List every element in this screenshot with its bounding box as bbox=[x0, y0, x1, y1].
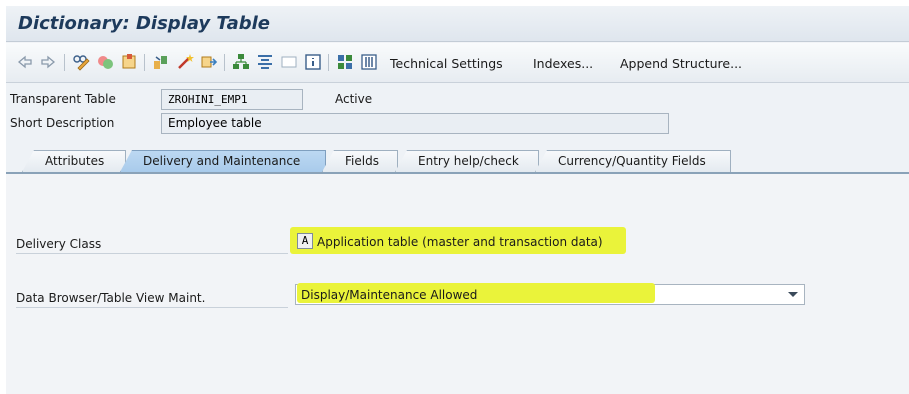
delivery-class-key[interactable]: A bbox=[297, 233, 313, 249]
window-title: Dictionary: Display Table bbox=[18, 13, 270, 34]
technical-settings-button[interactable]: Technical Settings bbox=[390, 56, 503, 71]
hierarchy-icon[interactable] bbox=[232, 53, 250, 71]
tab-entry-help-check[interactable]: Entry help/check bbox=[395, 150, 539, 172]
toolbar-separator bbox=[144, 54, 145, 71]
activate-icon[interactable] bbox=[96, 53, 114, 71]
data-browser-label: Data Browser/Table View Maint. bbox=[16, 291, 206, 305]
row-underline bbox=[16, 253, 288, 254]
create-icon[interactable] bbox=[176, 53, 194, 71]
tab-label: Delivery and Maintenance bbox=[143, 154, 301, 168]
grid-icon[interactable] bbox=[336, 53, 354, 71]
row-underline bbox=[16, 307, 288, 308]
align-icon[interactable] bbox=[256, 53, 274, 71]
toolbar-separator bbox=[64, 54, 65, 71]
delivery-class-label: Delivery Class bbox=[16, 237, 102, 251]
short-description-field[interactable]: Employee table bbox=[161, 113, 669, 134]
forward-icon[interactable] bbox=[39, 53, 57, 71]
tab-fields[interactable]: Fields bbox=[322, 150, 398, 172]
toolbar-separator bbox=[224, 54, 225, 71]
short-description-label: Short Description bbox=[10, 116, 115, 130]
table-name-field[interactable]: ZROHINI_EMP1 bbox=[161, 89, 303, 110]
chevron-down-icon[interactable] bbox=[788, 292, 798, 297]
delivery-class-text: Application table (master and transactio… bbox=[317, 235, 603, 249]
layout-icon[interactable] bbox=[280, 53, 298, 71]
data-browser-value: Display/Maintenance Allowed bbox=[301, 288, 478, 302]
where-used-icon[interactable] bbox=[120, 53, 138, 71]
back-icon[interactable] bbox=[16, 53, 34, 71]
sap-window: Dictionary: Display Table Technical Sett… bbox=[6, 6, 909, 394]
tab-label: Currency/Quantity Fields bbox=[558, 154, 706, 168]
info-icon[interactable] bbox=[304, 53, 322, 71]
columns-icon[interactable] bbox=[360, 53, 378, 71]
table-type-label: Transparent Table bbox=[10, 92, 116, 106]
title-bar: Dictionary: Display Table bbox=[6, 6, 909, 42]
tab-delivery-and-maintenance[interactable]: Delivery and Maintenance bbox=[120, 150, 326, 172]
application-toolbar: Technical Settings Indexes... Append Str… bbox=[6, 43, 909, 83]
tab-currency-quantity-fields[interactable]: Currency/Quantity Fields bbox=[535, 150, 731, 172]
tab-label: Attributes bbox=[45, 154, 105, 168]
tab-label: Entry help/check bbox=[418, 154, 519, 168]
indexes-button[interactable]: Indexes... bbox=[533, 56, 593, 71]
tab-attributes[interactable]: Attributes bbox=[22, 150, 126, 172]
toolbar-separator bbox=[328, 54, 329, 71]
navigate-icon[interactable] bbox=[200, 53, 218, 71]
tab-content-delivery: Delivery Class A Application table (mast… bbox=[6, 174, 909, 394]
tab-strip: Attributes Delivery and Maintenance Fiel… bbox=[6, 148, 909, 174]
table-status: Active bbox=[335, 92, 373, 106]
display-change-icon[interactable] bbox=[72, 53, 90, 71]
table-header: Transparent Table ZROHINI_EMP1 Active Sh… bbox=[6, 83, 909, 148]
tab-label: Fields bbox=[345, 154, 379, 168]
append-structure-button[interactable]: Append Structure... bbox=[620, 56, 742, 71]
object-list-icon[interactable] bbox=[152, 53, 170, 71]
